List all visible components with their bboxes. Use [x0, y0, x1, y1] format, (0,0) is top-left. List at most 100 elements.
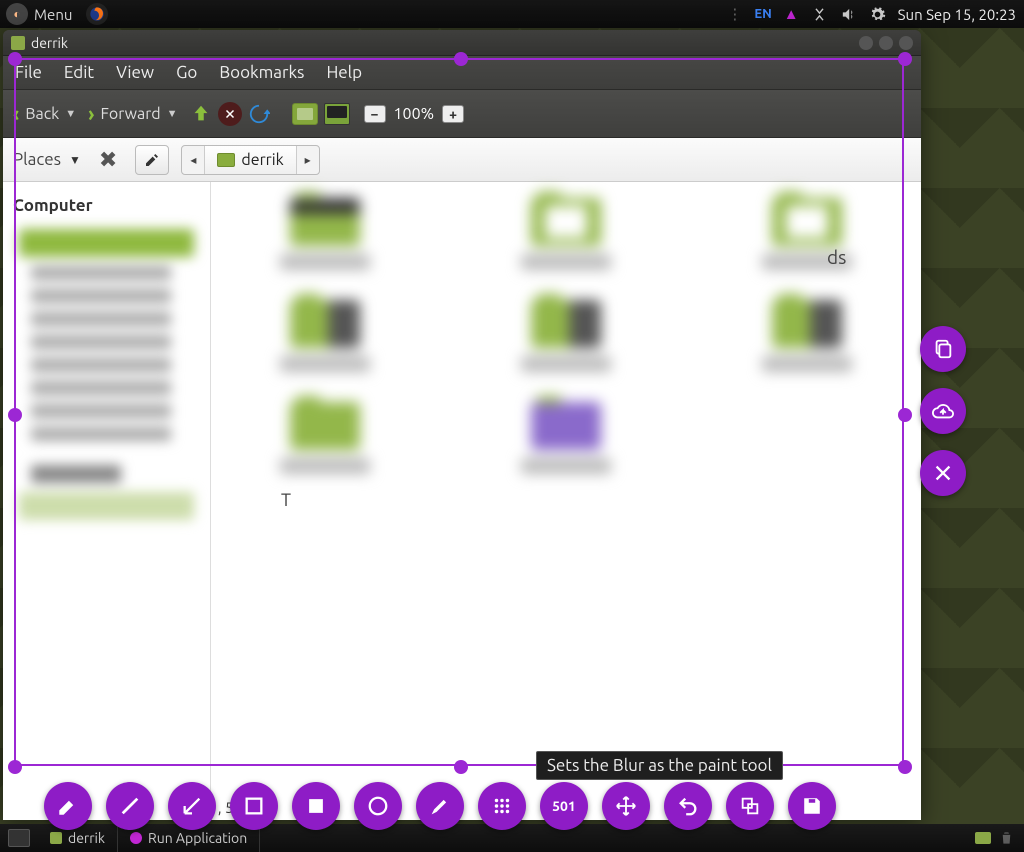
edit-path-button[interactable] [135, 145, 169, 175]
back-icon[interactable]: ‹ [13, 102, 19, 125]
distro-icon[interactable]: ◐ [6, 3, 28, 25]
resize-handle-ne[interactable] [898, 52, 912, 66]
circle-tool[interactable] [354, 782, 402, 830]
resize-handle-n[interactable] [454, 52, 468, 66]
sidebar-item[interactable] [19, 492, 194, 520]
maximize-button[interactable] [879, 36, 893, 50]
forward-button[interactable]: Forward [100, 105, 160, 123]
menu-edit[interactable]: Edit [64, 63, 94, 82]
system-tray: ⋮ EN ▲ Sun Sep 15, 20:23 [727, 5, 1024, 23]
unblurred-text: T [281, 490, 291, 510]
arrow-tool[interactable] [168, 782, 216, 830]
counter-tool[interactable]: 501 [540, 782, 588, 830]
reload-icon[interactable] [248, 103, 270, 125]
sidebar-item[interactable] [31, 289, 171, 303]
folder[interactable] [476, 198, 657, 270]
top-panel: ◐ Menu ⋮ EN ▲ Sun Sep 15, 20:23 [0, 0, 1024, 28]
line-tool[interactable] [106, 782, 154, 830]
resize-handle-sw[interactable] [8, 760, 22, 774]
resize-handle-w[interactable] [8, 408, 22, 422]
folder[interactable] [235, 402, 416, 474]
clock[interactable]: Sun Sep 15, 20:23 [898, 6, 1016, 23]
back-button[interactable]: Back [25, 105, 59, 123]
resize-handle-s[interactable] [454, 760, 468, 774]
computer-button[interactable] [324, 103, 350, 125]
folder[interactable] [476, 300, 657, 372]
volume-icon[interactable] [840, 6, 857, 23]
pencil-tool[interactable] [44, 782, 92, 830]
settings-gear-icon[interactable] [869, 6, 886, 23]
stop-icon[interactable] [218, 102, 242, 126]
places-dropdown-icon[interactable]: ▼ [69, 153, 81, 167]
undo-tool[interactable] [664, 782, 712, 830]
resize-handle-se[interactable] [898, 760, 912, 774]
save-tool[interactable] [788, 782, 836, 830]
forward-icon[interactable]: › [88, 102, 94, 125]
sidebar-item[interactable] [19, 229, 194, 257]
folder[interactable] [235, 198, 416, 270]
sidebar-item[interactable] [31, 335, 171, 349]
lang-indicator[interactable]: EN [754, 7, 771, 21]
sidebar-item[interactable] [31, 358, 171, 372]
folder[interactable] [476, 402, 657, 474]
file-grid[interactable]: T ds [211, 182, 921, 820]
firefox-icon[interactable] [86, 3, 108, 25]
up-icon[interactable] [190, 103, 212, 125]
action-column [920, 326, 966, 496]
menu-view[interactable]: View [116, 63, 154, 82]
panel-menu[interactable]: Menu [34, 6, 72, 23]
tooltip: Sets the Blur as the paint tool [536, 751, 783, 780]
bc-prev[interactable]: ◂ [182, 146, 205, 174]
zoom-level: 100% [394, 105, 435, 123]
resize-handle-nw[interactable] [8, 52, 22, 66]
sidebar-heading-computer: Computer [3, 190, 210, 221]
rect-fill-tool[interactable] [292, 782, 340, 830]
zoom-in-button[interactable]: + [442, 105, 464, 123]
location-bar: Places ▼ ✖ ◂ derrik ▸ [3, 138, 921, 182]
sidebar-item[interactable] [31, 404, 171, 418]
bc-current[interactable]: derrik [205, 146, 296, 174]
close-button[interactable] [899, 36, 913, 50]
copy-button[interactable] [920, 326, 966, 372]
sidebar-item[interactable] [31, 381, 171, 395]
sidebar-item[interactable] [31, 427, 171, 441]
zoom-out-button[interactable]: − [364, 105, 386, 123]
tray-icon[interactable] [975, 832, 991, 844]
rect-tool[interactable] [230, 782, 278, 830]
blur-tool[interactable] [478, 782, 526, 830]
sidebar-item[interactable] [31, 312, 171, 326]
menu-go[interactable]: Go [176, 63, 197, 82]
resize-handle-e[interactable] [898, 408, 912, 422]
toolbar: ‹ Back ▼ › Forward ▼ − 100% + [3, 90, 921, 138]
menu-bookmarks[interactable]: Bookmarks [219, 63, 304, 82]
move-tool[interactable] [602, 782, 650, 830]
unblurred-text: ds [827, 246, 846, 268]
home-icon [217, 153, 235, 167]
sidebar-heading-network [31, 465, 121, 483]
menu-help[interactable]: Help [326, 63, 362, 82]
folder[interactable] [716, 300, 897, 372]
home-button[interactable] [292, 103, 318, 125]
sidebar-item[interactable] [31, 266, 171, 280]
bc-next[interactable]: ▸ [297, 146, 319, 174]
folder[interactable] [716, 198, 897, 270]
window-title: derrik [31, 35, 68, 51]
flameshot-tray-icon[interactable]: ▲ [784, 5, 799, 23]
folder[interactable] [235, 300, 416, 372]
back-dropdown-icon[interactable]: ▼ [65, 108, 76, 120]
marker-tool[interactable] [416, 782, 464, 830]
file-manager-window: derrik File Edit View Go Bookmarks Help … [3, 30, 921, 820]
network-icon[interactable] [811, 6, 828, 23]
breadcrumb: ◂ derrik ▸ [181, 145, 319, 175]
selection-copy-tool[interactable] [726, 782, 774, 830]
upload-button[interactable] [920, 388, 966, 434]
trash-icon[interactable] [999, 830, 1014, 846]
minimize-button[interactable] [859, 36, 873, 50]
menu-file[interactable]: File [15, 63, 42, 82]
show-desktop-button[interactable] [8, 829, 30, 847]
places-label[interactable]: Places [13, 150, 61, 169]
cancel-button[interactable] [920, 450, 966, 496]
close-panel-icon[interactable]: ✖ [99, 147, 117, 173]
flameshot-icon [130, 832, 142, 844]
forward-dropdown-icon[interactable]: ▼ [167, 108, 178, 120]
